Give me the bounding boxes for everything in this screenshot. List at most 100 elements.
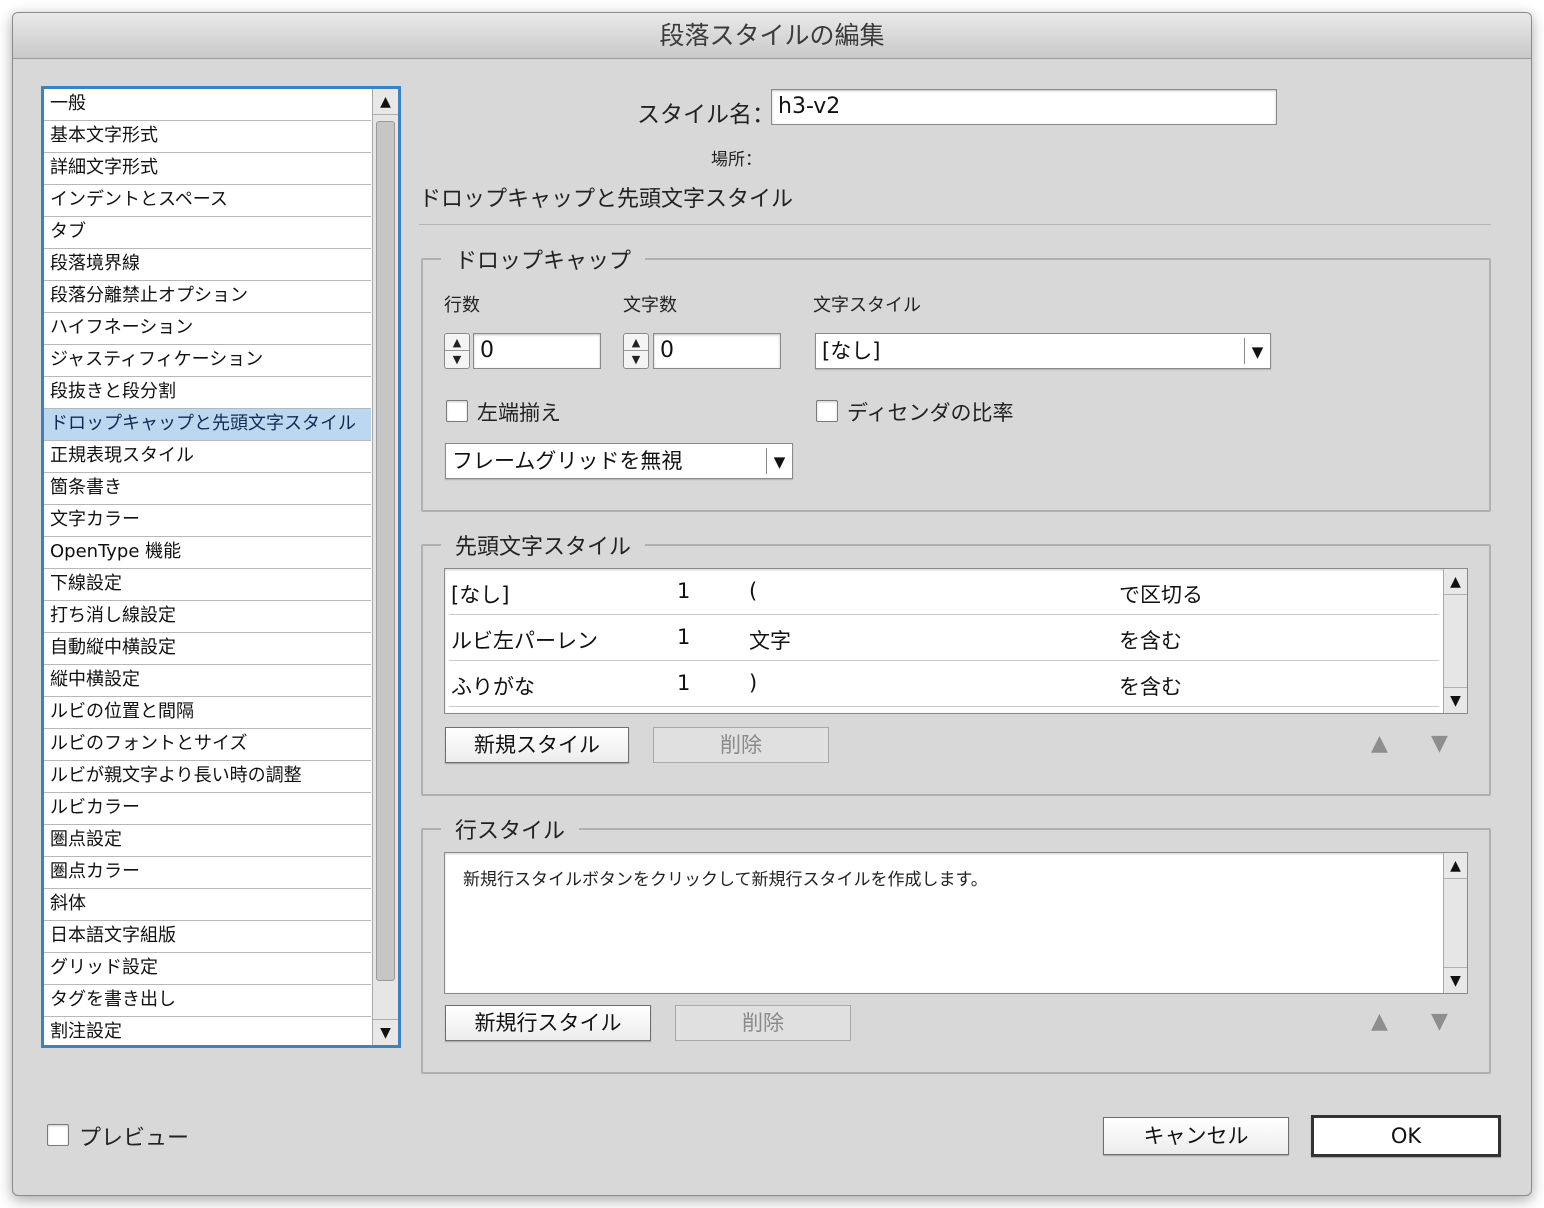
lines-label: 行数 <box>444 295 480 316</box>
category-item[interactable]: 割注設定 <box>44 1017 371 1045</box>
nested-style-count[interactable]: 1 <box>677 671 690 695</box>
nested-style-style[interactable]: ふりがな <box>451 671 535 701</box>
category-item[interactable]: 文字カラー <box>44 505 371 537</box>
scroll-up-arrow-icon[interactable]: ▲ <box>1444 853 1467 879</box>
nested-style-row[interactable]: [なし] 1 ( で区切る <box>449 569 1439 615</box>
scroll-down-arrow-icon[interactable]: ▼ <box>1444 687 1467 713</box>
scroll-up-arrow-icon[interactable]: ▲ <box>1444 569 1467 595</box>
category-item[interactable]: グリッド設定 <box>44 953 371 985</box>
scroll-down-arrow-icon[interactable]: ▼ <box>1444 967 1467 993</box>
category-item[interactable]: インデントとスペース <box>44 185 371 217</box>
style-name-label: スタイル名： <box>637 102 775 128</box>
nested-style-count[interactable]: 1 <box>677 625 690 649</box>
category-item[interactable]: ルビの位置と間隔 <box>44 697 371 729</box>
category-item[interactable]: 正規表現スタイル <box>44 441 371 473</box>
char-style-select[interactable]: [なし] ▼ <box>815 333 1271 369</box>
category-item[interactable]: 自動縦中横設定 <box>44 633 371 665</box>
char-style-label: 文字スタイル <box>813 295 921 316</box>
category-item[interactable]: ルビカラー <box>44 793 371 825</box>
nested-style-item[interactable]: ( <box>749 579 757 603</box>
nested-style-mode[interactable]: で区切る <box>1119 579 1203 609</box>
scrollbar-thumb[interactable] <box>376 121 395 981</box>
scroll-down-arrow-icon[interactable]: ▼ <box>373 1019 398 1045</box>
category-item[interactable]: 下線設定 <box>44 569 371 601</box>
category-item[interactable]: 段落境界線 <box>44 249 371 281</box>
category-item[interactable]: 日本語文字組版 <box>44 921 371 953</box>
descender-label: ディセンダの比率 <box>847 401 1014 425</box>
category-item[interactable]: 縦中横設定 <box>44 665 371 697</box>
category-item[interactable]: ハイフネーション <box>44 313 371 345</box>
category-item[interactable]: 圏点カラー <box>44 857 371 889</box>
category-item[interactable]: 段抜きと段分割 <box>44 377 371 409</box>
nested-styles-scrollbar[interactable]: ▲ ▼ <box>1443 569 1467 713</box>
dropdown-arrow-icon: ▼ <box>1244 338 1270 364</box>
category-item[interactable]: 圏点設定 <box>44 825 371 857</box>
lines-input[interactable]: 0 <box>473 333 601 369</box>
preview-checkbox[interactable] <box>47 1124 69 1146</box>
category-item[interactable]: タブ <box>44 217 371 249</box>
category-item[interactable]: ジャスティフィケーション <box>44 345 371 377</box>
ok-button[interactable]: OK <box>1311 1115 1501 1157</box>
chars-label: 文字数 <box>623 295 677 316</box>
category-list[interactable]: 一般 基本文字形式 詳細文字形式 インデントとスペース タブ 段落境界線 段落分離禁止オプシ… <box>41 86 401 1048</box>
dropdown-arrow-icon: ▼ <box>766 448 792 474</box>
cancel-button[interactable]: キャンセル <box>1103 1117 1289 1155</box>
category-item[interactable]: 段落分離禁止オプション <box>44 281 371 313</box>
category-item[interactable]: 詳細文字形式 <box>44 153 371 185</box>
style-name-input[interactable]: h3-v2 <box>771 89 1277 125</box>
move-down-arrow-icon[interactable]: ▼ <box>1431 1009 1448 1034</box>
paragraph-style-dialog: 段落スタイルの編集 一般 基本文字形式 詳細文字形式 インデントとスペース タブ 段落境界… <box>12 12 1532 1196</box>
nested-style-row[interactable]: ルビ左パーレン 1 文字 を含む <box>449 615 1439 661</box>
section-divider <box>419 224 1491 225</box>
new-line-style-button[interactable]: 新規行スタイル <box>445 1005 651 1041</box>
move-up-arrow-icon[interactable]: ▲ <box>1371 1009 1388 1034</box>
frame-grid-select[interactable]: フレームグリッドを無視 ▼ <box>445 443 793 479</box>
category-scrollbar[interactable]: ▲ ▼ <box>372 89 398 1045</box>
category-item[interactable]: 箇条書き <box>44 473 371 505</box>
category-item[interactable]: 基本文字形式 <box>44 121 371 153</box>
chars-stepper[interactable]: ▲ ▼ <box>623 333 649 369</box>
line-styles-list[interactable]: 新規行スタイルボタンをクリックして新規行スタイルを作成します。 ▲ ▼ <box>444 852 1468 994</box>
section-heading: ドロップキャップと先頭文字スタイル <box>419 187 794 212</box>
nested-style-item[interactable]: ) <box>749 671 757 695</box>
char-style-value: [なし] <box>822 339 881 363</box>
lines-stepper[interactable]: ▲ ▼ <box>444 333 470 369</box>
nested-style-item[interactable]: 文字 <box>749 625 791 655</box>
nested-styles-list[interactable]: [なし] 1(で区切る ルビ左パーレン 1 文字 を含む ふりがな 1) を含む ▲ ▼ <box>444 568 1468 714</box>
stepper-up-icon[interactable]: ▲ <box>445 334 469 351</box>
nested-style-style[interactable]: ルビ左パーレン <box>451 625 598 655</box>
category-item[interactable]: タグを書き出し <box>44 985 371 1017</box>
delete-nested-style-button[interactable]: 削除 <box>653 727 829 763</box>
align-left-label: 左端揃え <box>477 401 561 425</box>
category-item[interactable]: 斜体 <box>44 889 371 921</box>
drop-cap-group-title: ドロップキャップ <box>441 243 646 275</box>
category-item[interactable]: 一般 <box>44 89 371 121</box>
frame-grid-value: フレームグリッドを無視 <box>452 449 683 473</box>
category-item[interactable]: ルビが親文字より長い時の調整 <box>44 761 371 793</box>
move-up-arrow-icon[interactable]: ▲ <box>1371 731 1388 756</box>
align-left-checkbox[interactable] <box>446 400 468 422</box>
new-nested-style-button[interactable]: 新規スタイル <box>445 727 629 763</box>
nested-style-mode[interactable]: を含む <box>1119 625 1182 655</box>
delete-line-style-button[interactable]: 削除 <box>675 1005 851 1041</box>
stepper-down-icon[interactable]: ▼ <box>445 351 469 368</box>
descender-checkbox[interactable] <box>816 400 838 422</box>
move-down-arrow-icon[interactable]: ▼ <box>1431 731 1448 756</box>
line-styles-scrollbar[interactable]: ▲ ▼ <box>1443 853 1467 993</box>
nested-style-mode[interactable]: を含む <box>1119 671 1182 701</box>
category-item[interactable]: ドロップキャップと先頭文字スタイル <box>44 409 371 441</box>
stepper-up-icon[interactable]: ▲ <box>624 334 648 351</box>
nested-style-style[interactable]: [なし] <box>451 579 509 609</box>
dialog-title: 段落スタイルの編集 <box>13 13 1531 59</box>
scroll-up-arrow-icon[interactable]: ▲ <box>373 89 398 115</box>
category-item[interactable]: 打ち消し線設定 <box>44 601 371 633</box>
category-item[interactable]: ルビのフォントとサイズ <box>44 729 371 761</box>
location-label: 場所： <box>711 150 762 170</box>
category-item[interactable]: OpenType 機能 <box>44 537 371 569</box>
nested-style-row[interactable]: ふりがな 1) を含む <box>449 661 1439 707</box>
chars-input[interactable]: 0 <box>653 333 781 369</box>
nested-style-count[interactable]: 1 <box>677 579 690 603</box>
line-styles-group-title: 行スタイル <box>441 813 580 845</box>
stepper-down-icon[interactable]: ▼ <box>624 351 648 368</box>
nested-styles-group-title: 先頭文字スタイル <box>441 529 646 561</box>
